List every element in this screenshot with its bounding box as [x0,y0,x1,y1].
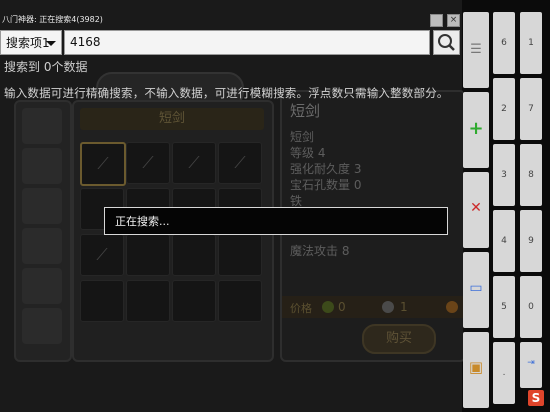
keypad-key[interactable]: 8 [520,144,542,206]
key-label: 9 [528,236,534,246]
search-row: 搜索项1 4168 [0,30,462,56]
chevron-down-icon [46,41,56,46]
item-stat: 强化耐久度 3 [290,162,362,176]
dialog-message: 正在搜索... [115,215,170,228]
key-label: . [502,368,506,378]
item-stat: 等级 4 [290,146,326,160]
key-label: 2 [501,104,507,114]
item-cell [218,234,262,276]
window-title: 八门神器: 正在搜索4(3982) [2,15,103,24]
search-result-count: 搜索到 0个数据 [4,60,88,74]
item-cell [126,234,170,276]
keypad-key[interactable]: 5 [493,276,515,338]
search-hint: 输入数据可进行精确搜索，不输入数据，可进行模糊搜索。浮点数只需输入整数部分。 [4,86,449,100]
item-stat: 宝石孔数量 0 [290,178,362,192]
category-panel [14,100,72,362]
price-row: 价格 0 1 [282,296,464,318]
keyboard-button[interactable]: ▭ [463,252,489,328]
key-label: 4 [501,236,507,246]
item-stat: 短剑 [290,130,315,144]
key-label: 1 [528,38,534,48]
list-button[interactable]: ☰ [463,12,489,88]
coin-icon [382,301,394,313]
keypad-key[interactable]: 2 [493,78,515,140]
price-value: 0 [338,300,346,314]
item-stat: 魔法攻击 8 [290,244,350,258]
item-cell: ⟋ [218,142,262,184]
category-item [22,308,62,344]
item-cell [126,280,170,322]
close-window-button[interactable]: × [447,14,460,27]
category-item [22,188,62,224]
app-logo-icon: S [528,390,544,406]
keypad-column: 1 7 8 9 0 ⇥ [520,12,542,408]
close-icon: ✕ [470,200,482,216]
search-item-dropdown[interactable]: 搜索项1 [0,30,62,55]
keypad-key[interactable]: 7 [520,78,542,140]
item-cell: ⟋ [126,142,170,184]
keypad-key[interactable]: 9 [520,210,542,272]
keypad-key[interactable]: 1 [520,12,542,74]
delete-button[interactable]: ✕ [463,172,489,248]
item-cell [172,280,216,322]
settings-button[interactable]: ▣ [463,332,489,408]
category-item [22,268,62,304]
searching-dialog: 正在搜索... [104,207,448,235]
key-label: 6 [501,38,507,48]
price-label: 价格 [290,302,312,315]
key-label: 7 [528,104,534,114]
grid-tab-label: 短剑 [80,108,264,130]
plus-icon: + [468,118,484,139]
item-cell: ⟋ [80,142,126,186]
category-item [22,228,62,264]
search-icon [438,34,455,51]
keypad-key[interactable]: 3 [493,144,515,206]
key-label: ⇥ [527,358,535,368]
settings-icon: ▣ [468,358,484,376]
tool-column: ☰ + ✕ ▭ ▣ [463,12,489,408]
key-label: 0 [528,302,534,312]
coin-icon [322,301,334,313]
item-cell [80,280,124,322]
search-button[interactable] [433,30,460,55]
buy-button: 购买 [362,324,436,354]
category-sword [22,108,62,144]
keyboard-icon: ▭ [469,280,483,296]
item-title: 短剑 [290,102,321,120]
key-label: 3 [501,170,507,180]
price-value: 1 [400,300,408,314]
keypad-key[interactable]: 6 [493,12,515,74]
keypad-key[interactable]: ⇥ [520,342,542,388]
keypad-column: 6 2 3 4 5 . [493,12,515,408]
item-cell: ⟋ [80,234,124,276]
category-item [22,148,62,184]
item-cell [218,280,262,322]
add-button[interactable]: + [463,92,489,168]
item-cell: ⟋ [172,142,216,184]
title-bar: 八门神器: 正在搜索4(3982) [0,12,462,28]
coin-icon [446,301,458,313]
key-label: 8 [528,170,534,180]
keypad-key[interactable]: 0 [520,276,542,338]
item-cell [172,234,216,276]
search-input[interactable]: 4168 [64,30,430,55]
list-icon: ☰ [470,42,482,57]
key-label: 5 [501,302,507,312]
minimize-button[interactable] [430,14,443,27]
keypad-key[interactable]: 4 [493,210,515,272]
dropdown-value: 搜索项1 [6,36,50,50]
keypad-key[interactable]: . [493,342,515,404]
